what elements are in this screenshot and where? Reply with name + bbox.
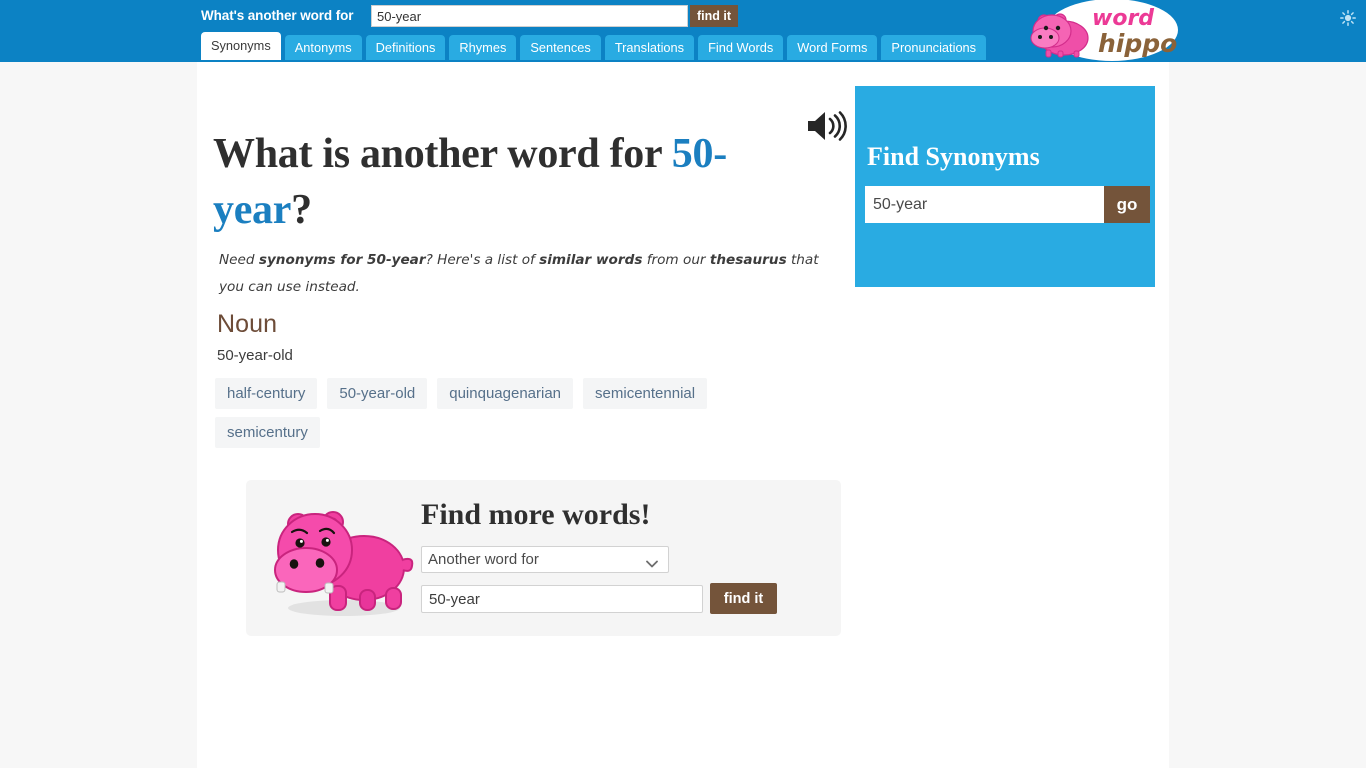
tab-strip: Synonyms Antonyms Definitions Rhymes Sen… — [0, 32, 1366, 62]
blurb-bold-2: similar words — [539, 251, 643, 268]
description-text: Need synonyms for 50-year? Here's a list… — [219, 247, 831, 301]
tab-rhymes[interactable]: Rhymes — [449, 35, 517, 60]
sun-icon[interactable] — [1340, 10, 1356, 26]
header-prompt-label: What's another word for — [201, 8, 354, 23]
tab-pronunciations[interactable]: Pronunciations — [881, 35, 987, 60]
page-content: What is another word for 50-year? Need s… — [197, 62, 1169, 768]
widget-title: Find more words! — [421, 498, 651, 531]
tab-find-words[interactable]: Find Words — [698, 35, 784, 60]
synonym-chip[interactable]: semicentury — [215, 417, 320, 448]
top-header-bar: What's another word for find it — [0, 0, 1366, 32]
blurb-bold-1: synonyms for 50-year — [258, 251, 426, 268]
sense-label: 50-year-old — [217, 347, 293, 364]
word-type-select[interactable]: Another word for — [421, 546, 669, 573]
synonym-chip[interactable]: 50-year-old — [327, 378, 428, 409]
synonym-chip[interactable]: semicentennial — [583, 378, 708, 409]
blurb-bold-3: thesaurus — [709, 251, 787, 268]
sidebar-title: Find Synonyms — [867, 142, 1040, 171]
widget-find-it-button[interactable]: find it — [710, 583, 777, 614]
blurb-part-3: from our — [642, 251, 710, 268]
headline-prefix: What is another word for — [213, 131, 672, 178]
hippo-mascot-icon — [268, 498, 418, 618]
sidebar-go-button[interactable]: go — [1104, 186, 1150, 223]
synonym-chip[interactable]: half-century — [215, 378, 318, 409]
widget-word-input[interactable] — [421, 585, 703, 613]
part-of-speech-heading: Noun — [217, 310, 278, 338]
page-title: What is another word for 50-year? — [213, 126, 778, 238]
speaker-icon[interactable] — [805, 109, 847, 143]
tab-definitions[interactable]: Definitions — [365, 35, 446, 60]
find-more-words-widget: Find more words! Another word for find i… — [246, 480, 841, 636]
find-synonyms-sidebar: Find Synonyms go — [855, 86, 1155, 287]
top-header-inner: What's another word for find it — [197, 0, 1169, 32]
header-find-it-button[interactable]: find it — [690, 5, 739, 27]
tab-synonyms[interactable]: Synonyms — [201, 32, 281, 60]
synonym-list: half-century 50-year-old quinquagenarian… — [215, 378, 815, 448]
headline-suffix: ? — [291, 187, 312, 234]
tab-antonyms[interactable]: Antonyms — [284, 35, 362, 60]
tab-sentences[interactable]: Sentences — [520, 35, 601, 60]
tab-word-forms[interactable]: Word Forms — [787, 35, 878, 60]
tab-list: Synonyms Antonyms Definitions Rhymes Sen… — [197, 32, 987, 62]
sidebar-search-input[interactable] — [865, 186, 1104, 223]
header-search-input[interactable] — [371, 5, 688, 27]
blurb-part-2: ? Here's a list of — [425, 251, 540, 268]
synonym-chip[interactable]: quinquagenarian — [437, 378, 574, 409]
tab-translations[interactable]: Translations — [604, 35, 695, 60]
blurb-part-1: Need — [219, 251, 259, 268]
